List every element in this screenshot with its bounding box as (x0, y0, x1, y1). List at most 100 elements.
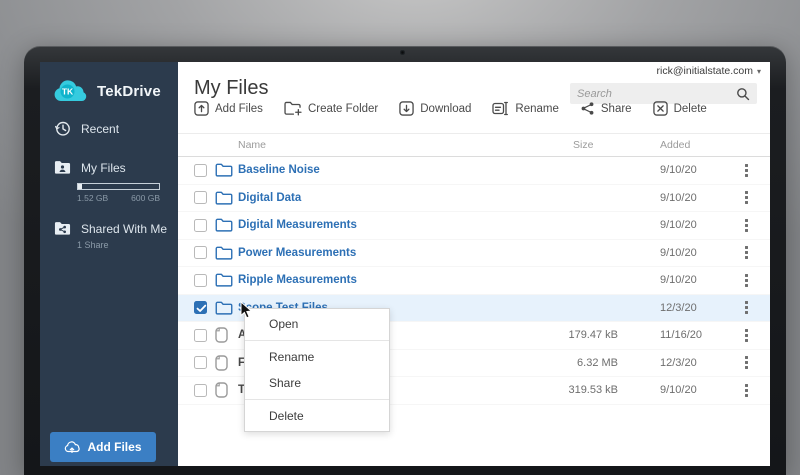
file-icon (215, 355, 233, 371)
row-added-date: 11/16/20 (660, 329, 703, 342)
table-row[interactable]: Digital Data 9/10/20 (178, 185, 770, 212)
boxed-x-icon (652, 101, 668, 116)
row-kebab-menu-icon[interactable] (722, 246, 770, 260)
menu-divider (245, 340, 389, 341)
share-toolbar-button[interactable]: Share (580, 101, 632, 116)
storage-total: 600 GB (131, 193, 160, 203)
table-row[interactable]: Ripple Measurements 9/10/20 (178, 267, 770, 295)
folder-icon (215, 246, 233, 260)
add-files-toolbar-button[interactable]: Add Files (194, 101, 263, 116)
row-checkbox[interactable] (194, 218, 207, 232)
sidebar-item-label: Recent (81, 121, 120, 136)
row-checkbox[interactable] (194, 356, 207, 370)
context-menu-item-rename[interactable]: Rename (245, 344, 389, 370)
sidebar-item-my-files[interactable]: My Files (54, 160, 126, 175)
row-size: 179.47 kB (568, 329, 618, 342)
row-checkbox[interactable] (194, 383, 207, 397)
row-kebab-menu-icon[interactable] (722, 273, 770, 287)
laptop-frame: TK TekDrive Recent My Files 1.52 GB 600 … (24, 46, 786, 475)
row-name-link[interactable]: Digital Data (238, 192, 518, 204)
storage-bar (77, 183, 160, 190)
row-kebab-menu-icon[interactable] (722, 356, 770, 370)
rename-icon (492, 101, 509, 116)
row-added-date: 9/10/20 (660, 274, 697, 287)
row-checkbox[interactable] (194, 246, 207, 260)
add-files-button-label: Add Files (87, 440, 142, 454)
rename-toolbar-button[interactable]: Rename (492, 101, 559, 116)
row-added-date: 9/10/20 (660, 246, 697, 259)
folder-icon (215, 218, 233, 232)
search-icon[interactable] (736, 87, 750, 101)
context-menu-item-open[interactable]: Open (245, 311, 389, 337)
table-row[interactable]: Power Measurements 9/10/20 (178, 240, 770, 267)
history-icon (54, 120, 71, 137)
menu-divider (245, 399, 389, 400)
row-checkbox[interactable] (194, 328, 207, 342)
sidebar: TK TekDrive Recent My Files 1.52 GB 600 … (40, 62, 178, 466)
row-kebab-menu-icon[interactable] (722, 301, 770, 315)
row-name-link[interactable]: Power Measurements (238, 247, 518, 259)
svg-text:TK: TK (62, 87, 74, 97)
shared-folder-icon (54, 221, 71, 236)
sidebar-item-label: My Files (81, 160, 126, 175)
storage-usage: 1.52 GB 600 GB (77, 183, 160, 203)
add-files-button[interactable]: Add Files (50, 432, 156, 462)
page-title: My Files (194, 77, 269, 99)
context-menu: Open Rename Share Delete (244, 308, 390, 432)
row-kebab-menu-icon[interactable] (722, 328, 770, 342)
row-kebab-menu-icon[interactable] (722, 218, 770, 232)
table-header: Name Size Added (178, 134, 770, 157)
main-panel: rick@initialstate.com ▾ My Files Add Fil… (178, 62, 770, 466)
sidebar-item-recent[interactable]: Recent (54, 120, 119, 137)
chevron-down-icon: ▾ (756, 66, 761, 76)
row-checkbox[interactable] (194, 163, 207, 177)
toolbar-button-label: Download (420, 102, 472, 115)
create-folder-toolbar-button[interactable]: Create Folder (284, 101, 378, 116)
row-checkbox[interactable] (194, 301, 207, 315)
row-added-date: 9/10/20 (660, 191, 697, 204)
storage-bar-fill (78, 184, 83, 189)
storage-used: 1.52 GB (77, 193, 109, 203)
cloud-upload-icon (64, 441, 81, 453)
row-kebab-menu-icon[interactable] (722, 163, 770, 177)
folder-plus-icon (284, 101, 302, 116)
column-header-size[interactable]: Size (518, 139, 618, 151)
background-photo: TK TekDrive Recent My Files 1.52 GB 600 … (0, 0, 800, 475)
sidebar-item-label: Shared With Me (81, 221, 168, 236)
my-files-folder-icon (54, 160, 71, 175)
toolbar-button-label: Share (600, 102, 632, 115)
row-added-date: 12/3/20 (660, 301, 697, 314)
boxed-arrow-up-icon (194, 101, 209, 116)
row-kebab-menu-icon[interactable] (722, 383, 770, 397)
column-header-name[interactable]: Name (238, 139, 518, 151)
folder-icon (215, 163, 233, 177)
webcam-dot (400, 50, 405, 55)
row-name-link[interactable]: Ripple Measurements (238, 274, 518, 286)
row-name-link[interactable]: Digital Measurements (238, 219, 518, 231)
boxed-arrow-down-icon (399, 101, 414, 116)
table-row[interactable]: Digital Measurements 9/10/20 (178, 212, 770, 240)
row-added-date: 9/10/20 (660, 384, 697, 397)
share-nodes-icon (580, 101, 595, 116)
row-size: 6.32 MB (577, 356, 618, 369)
brand-name: TekDrive (97, 83, 161, 100)
column-header-added[interactable]: Added (660, 139, 722, 151)
row-added-date: 12/3/20 (660, 356, 697, 369)
row-checkbox[interactable] (194, 191, 207, 205)
folder-icon (215, 301, 233, 315)
row-name-link[interactable]: Baseline Noise (238, 164, 518, 176)
context-menu-item-share[interactable]: Share (245, 370, 389, 396)
account-menu[interactable]: rick@initialstate.com ▾ (657, 65, 761, 77)
delete-toolbar-button[interactable]: Delete (652, 101, 707, 116)
row-kebab-menu-icon[interactable] (722, 191, 770, 205)
table-row[interactable]: Baseline Noise 9/10/20 (178, 157, 770, 185)
toolbar-button-label: Add Files (215, 102, 263, 115)
download-toolbar-button[interactable]: Download (399, 101, 471, 116)
search-input[interactable] (577, 87, 736, 100)
folder-icon (215, 273, 233, 287)
row-size: 319.53 kB (568, 384, 618, 397)
context-menu-item-delete[interactable]: Delete (245, 403, 389, 429)
sidebar-item-shared-with-me[interactable]: Shared With Me (54, 221, 167, 236)
brand: TK TekDrive (52, 78, 161, 105)
row-checkbox[interactable] (194, 273, 207, 287)
